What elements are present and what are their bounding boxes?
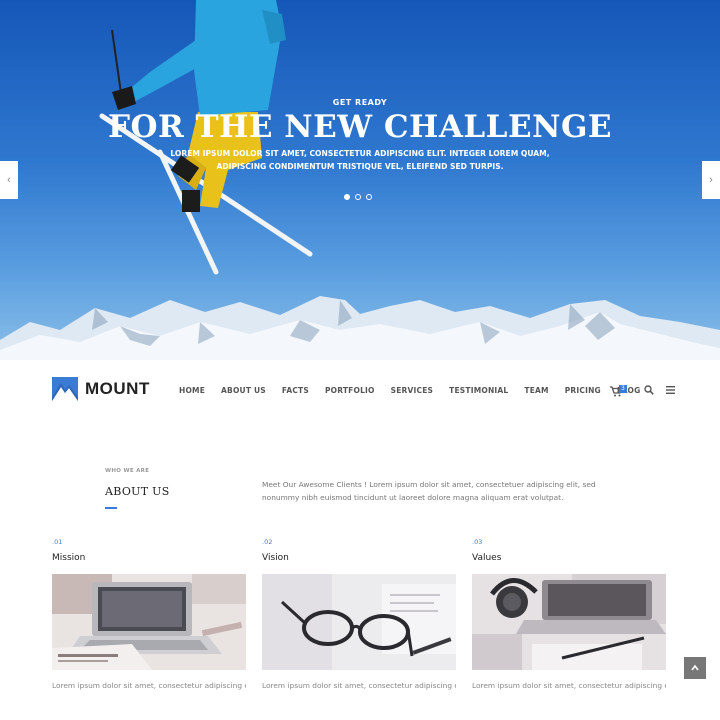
feature-title: Mission [52,553,86,563]
nav-about-us[interactable]: ABOUT US [221,386,266,395]
hero-caption: GET READY FOR THE NEW CHALLENGE LOREM IP… [0,98,720,173]
feature-title: Vision [262,553,289,563]
nav-home[interactable]: HOME [179,386,205,395]
feature-number: .03 [472,538,483,546]
cart-count-badge: 3 [619,385,627,393]
primary-menu: HOME ABOUT US FACTS PORTFOLIO SERVICES T… [179,386,656,395]
about-description: Meet Our Awesome Clients ! Lorem ipsum d… [262,480,596,502]
nav-actions: 3 [610,384,675,397]
page: GET READY FOR THE NEW CHALLENGE LOREM IP… [0,0,720,720]
main-navbar: MOUNT HOME ABOUT US FACTS PORTFOLIO SERV… [0,360,720,422]
hero-subtext-line-2: ADIPISCING CONDIMENTUM TRISTIQUE VEL, EL… [216,162,504,171]
laptop-photo [52,574,246,670]
chevron-left-icon: ‹ [7,174,11,186]
feature-number: .02 [262,538,273,546]
feature-text: Lorem ipsum dolor sit amet, consectetur … [262,681,456,690]
chevron-right-icon: › [709,174,713,186]
slider-prev-button[interactable]: ‹ [0,161,18,199]
feature-text: Lorem ipsum dolor sit amet, consectetur … [52,681,246,690]
brand-name: MOUNT [85,379,150,398]
hero-eyebrow: GET READY [332,98,388,107]
glasses-photo [262,574,456,670]
hero-subtext: LOREM IPSUM DOLOR SIT AMET, CONSECTETUR … [0,147,720,173]
feature-image-values [472,574,666,670]
feature-image-vision [262,574,456,670]
chevron-up-icon [691,664,699,671]
about-eyebrow: WHO WE ARE [105,468,150,474]
hero-background-image [0,0,720,360]
feature-column-vision: .02 Vision Lorem ipsum dolor sit amet, c… [262,538,456,690]
hero-slider: GET READY FOR THE NEW CHALLENGE LOREM IP… [0,0,720,360]
menu-icon[interactable] [666,386,675,394]
feature-text: Lorem ipsum dolor sit amet, consectetur … [472,681,666,690]
back-to-top-button[interactable] [684,657,706,679]
slider-dot-1[interactable] [344,194,350,200]
headphones-laptop-photo [472,574,666,670]
feature-title: Values [472,553,502,563]
feature-number: .01 [52,538,63,546]
feature-column-values: .03 Values Lorem ipsum dolor sit amet, c… [472,538,666,690]
about-title: ABOUT US [105,485,170,498]
brand-logo[interactable]: MOUNT [52,377,150,401]
slider-dot-3[interactable] [366,194,372,200]
hero-subtext-line-1: LOREM IPSUM DOLOR SIT AMET, CONSECTETUR … [170,149,550,158]
feature-image-mission [52,574,246,670]
nav-team[interactable]: TEAM [524,386,548,395]
nav-services[interactable]: SERVICES [391,386,434,395]
slider-next-button[interactable]: › [702,161,720,199]
slider-dot-2[interactable] [355,194,361,200]
slider-pagination [344,194,372,200]
nav-facts[interactable]: FACTS [282,386,309,395]
hero-headline: FOR THE NEW CHALLENGE [107,109,613,145]
nav-portfolio[interactable]: PORTFOLIO [325,386,375,395]
search-icon[interactable] [644,385,654,395]
cart-button[interactable]: 3 [610,384,627,397]
about-title-underline [105,507,117,509]
mountain-logo-icon [52,377,78,401]
nav-pricing[interactable]: PRICING [565,386,601,395]
nav-testimonial[interactable]: TESTIMONIAL [449,386,508,395]
feature-column-mission: .01 Mission Lorem ipsum dolor sit amet, … [52,538,246,690]
